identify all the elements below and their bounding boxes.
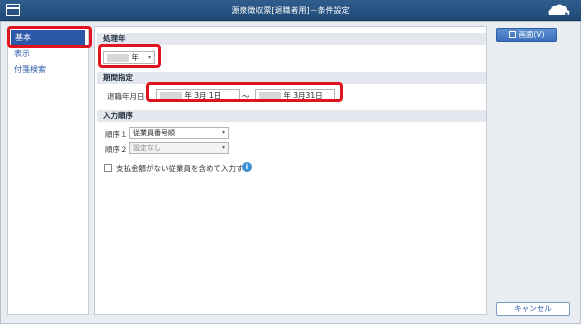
order1-value: 従業員番号順 xyxy=(133,129,175,137)
order-section-heading: 入力順序 xyxy=(97,110,486,122)
chevron-down-icon: ▾ xyxy=(221,144,225,151)
cancel-button[interactable]: キャンセル xyxy=(496,302,570,316)
sidebar-item-display[interactable]: 表示 xyxy=(8,46,88,62)
include-zero-payment-checkbox[interactable] xyxy=(104,164,112,172)
info-icon[interactable]: i xyxy=(242,162,252,172)
chevron-down-icon: ▾ xyxy=(221,129,225,136)
sidebar-item-sticky-search[interactable]: 付箋検索 xyxy=(8,62,88,78)
conditions-panel: 処理年 年 ▾ 期間指定 退職年月日 年 3月 1日 ～ 年 3月31日 入力順… xyxy=(94,26,487,315)
title-bar: 源泉徴収票[退職者用]－条件設定 AI xyxy=(0,0,581,21)
sidebar: 基本 表示 付箋検索 xyxy=(7,26,89,315)
screen-button[interactable]: 画面(V) xyxy=(496,28,557,42)
include-zero-payment-label: 支払金額がない従業員を含めて入力する xyxy=(116,164,251,173)
highlight-year-select xyxy=(98,44,161,68)
order2-select[interactable]: 設定なし ▾ xyxy=(129,142,229,154)
highlight-sidebar-basic xyxy=(7,26,92,48)
order1-select[interactable]: 従業員番号順 ▾ xyxy=(129,127,229,139)
screen-icon xyxy=(508,31,516,38)
highlight-period-fields xyxy=(146,82,343,102)
screen-button-label: 画面(V) xyxy=(518,30,545,39)
window-title: 源泉徴収票[退職者用]－条件設定 xyxy=(231,6,350,15)
order2-label: 順序２ xyxy=(105,145,128,154)
order1-label: 順序１ xyxy=(105,130,128,139)
brand-logo-icon: AI xyxy=(548,4,571,19)
brand-label: AI xyxy=(564,12,571,19)
order2-value: 設定なし xyxy=(133,144,161,152)
retirement-date-label: 退職年月日 xyxy=(107,92,145,101)
